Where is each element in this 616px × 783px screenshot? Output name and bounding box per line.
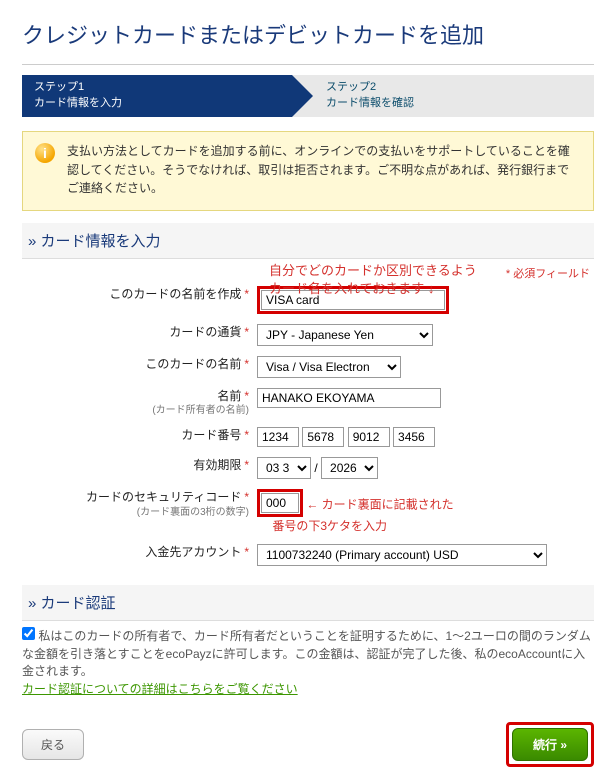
divider [22,64,594,65]
security-code-input[interactable] [261,493,299,513]
label-card-alias: このカードの名前を作成 [109,287,241,301]
holder-name-input[interactable] [257,388,441,408]
section-card-auth: カード認証 [22,585,594,621]
continue-button[interactable]: 続行 » [512,728,588,761]
step-2-desc: カード情報を確認 [326,96,582,112]
step-2: ステップ2 カード情報を確認 [292,75,594,117]
info-alert: i 支払い方法としてカードを追加する前に、オンラインでの支払いをサポートしている… [22,131,594,211]
label-deposit-account: 入金先アカウント [145,545,241,559]
label-card-type: このカードの名前 [145,357,241,371]
annotation-card-name: 自分でどのカードか区別できるよう カード名を入れておきます ↓ [269,262,477,298]
card-type-select[interactable]: Visa / Visa Electron [257,356,401,378]
step-1-active: ステップ1 カード情報を入力 [22,75,292,117]
step-1-title: ステップ1 [34,80,280,96]
currency-select[interactable]: JPY - Japanese Yen [257,324,433,346]
alert-text: 支払い方法としてカードを追加する前に、オンラインでの支払いをサポートしていること… [67,144,570,195]
next-button-highlight: 続行 » [506,722,594,767]
auth-checkbox[interactable] [22,627,35,640]
section-card-info: カード情報を入力 [22,223,594,259]
step-2-title: ステップ2 [326,80,582,96]
info-icon: i [35,143,55,163]
auth-text: 私はこのカードの所有者で、カード所有者だということを証明するために、1～2ユーロ… [22,629,591,678]
step-indicator: ステップ1 カード情報を入力 ステップ2 カード情報を確認 [22,75,594,117]
label-expiry: 有効期限 [193,458,241,472]
label-currency: カードの通貨 [169,325,241,339]
card-number-4[interactable] [393,427,435,447]
back-button[interactable]: 戻る [22,729,84,760]
card-number-1[interactable] [257,427,299,447]
label-holder-sub: (カード所有者の名前) [22,404,249,418]
step-1-desc: カード情報を入力 [34,96,280,112]
auth-details-link[interactable]: カード認証についての詳細はこちらをご覧ください [22,682,298,696]
label-card-number: カード番号 [181,428,241,442]
page-title: クレジットカードまたはデビットカードを追加 [22,8,594,64]
card-number-3[interactable] [348,427,390,447]
deposit-account-select[interactable]: 1100732240 (Primary account) USD [257,544,547,566]
expiry-month-select[interactable]: 03 3 [257,457,311,479]
label-security-sub: (カード裏面の3桁の数字) [22,506,249,520]
card-number-2[interactable] [302,427,344,447]
auth-checkbox-label[interactable]: 私はこのカードの所有者で、カード所有者だということを証明するために、1～2ユーロ… [22,629,591,678]
expiry-year-select[interactable]: 2026 [321,457,378,479]
label-security-code: カードのセキュリティコード [86,490,241,504]
label-holder: 名前 [217,389,241,403]
